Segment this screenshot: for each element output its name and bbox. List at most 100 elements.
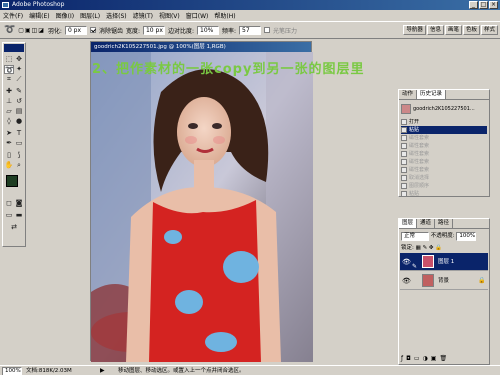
quickmask-mode-icon[interactable]: ◙ (14, 199, 24, 208)
eyedropper-icon[interactable]: ⟆ (14, 151, 24, 160)
tab-info[interactable]: 信息 (426, 25, 444, 35)
minimize-button[interactable]: _ (469, 1, 478, 9)
history-label: 磁性套索 (409, 143, 430, 149)
history-item[interactable]: 磁性套索 (401, 142, 429, 150)
type-tool-icon[interactable]: T (14, 129, 24, 138)
app-title: Adobe Photoshop (12, 1, 65, 8)
marquee-tool-icon[interactable]: ⬚ (4, 55, 14, 64)
edge-contrast-input[interactable]: 10% (197, 25, 220, 35)
history-tabs: 动作 历史记录 (399, 90, 489, 100)
new-set-icon[interactable]: ▭ (414, 355, 423, 362)
lock-image-icon[interactable]: ✎ (423, 245, 428, 251)
tab-styles[interactable]: 样式 (480, 25, 498, 35)
blend-mode-select[interactable]: 正常 (401, 232, 429, 241)
close-button[interactable]: × (489, 1, 498, 9)
blur-tool-icon[interactable]: ◊ (4, 117, 14, 126)
stamp-tool-icon[interactable]: ⊥ (4, 97, 14, 106)
menu-filter[interactable]: 滤镜(T) (133, 11, 153, 20)
brush-tool-icon[interactable]: ✎ (14, 87, 24, 96)
notes-tool-icon[interactable]: ▯ (4, 151, 14, 160)
magic-wand-icon[interactable]: ✦ (14, 65, 24, 74)
blend-row: 正常 不透明度: 100% (401, 231, 477, 241)
foreground-color-swatch[interactable] (6, 175, 18, 187)
lock-label: 锁定: (401, 245, 414, 251)
history-brush-icon[interactable]: ↺ (14, 97, 24, 106)
menu-file[interactable]: 文件(F) (3, 11, 23, 20)
history-label: 磁性套索 (409, 135, 430, 141)
history-label: 磁性套索 (409, 151, 430, 157)
menu-help[interactable]: 帮助(H) (214, 11, 235, 20)
move-tool-icon[interactable]: ✥ (14, 55, 24, 64)
history-item[interactable]: 磁性套索 (401, 134, 429, 142)
layer-row[interactable]: 👁 背景 🔒 (400, 272, 488, 290)
shape-tool-icon[interactable]: ▭ (14, 139, 24, 148)
history-item[interactable]: 磁性套索 (401, 166, 429, 174)
status-play-icon[interactable]: ▶ (100, 366, 105, 375)
menu-window[interactable]: 窗口(W) (186, 11, 209, 20)
lasso-tool-icon[interactable]: ➰ (4, 65, 14, 74)
feather-label: 羽化: (47, 27, 62, 35)
tab-brushes[interactable]: 画笔 (444, 25, 462, 35)
history-item-selected[interactable]: 粘贴 (401, 126, 487, 134)
menu-image[interactable]: 图像(I) (56, 11, 74, 20)
menu-view[interactable]: 视图(V) (159, 11, 180, 20)
feather-input[interactable]: 0 px (64, 25, 87, 35)
path-select-icon[interactable]: ➤ (4, 129, 14, 138)
antialias-checkbox[interactable] (89, 27, 96, 33)
tab-paths[interactable]: 路径 (435, 219, 454, 228)
crop-tool-icon[interactable]: ⌗ (4, 75, 14, 84)
slice-tool-icon[interactable]: ⟋ (14, 75, 24, 84)
history-item[interactable]: 粘贴 (401, 190, 419, 198)
width-input[interactable]: 10 px (142, 25, 165, 35)
zoom-tool-icon[interactable]: ⌕ (14, 161, 24, 170)
mask-icon[interactable]: ◘ (406, 355, 414, 362)
dodge-tool-icon[interactable]: ● (14, 117, 24, 126)
lock-position-icon[interactable]: ✥ (429, 245, 434, 251)
lasso-tool-icon[interactable]: ➰ (4, 25, 15, 35)
jump-to-imageready-icon[interactable]: ⇄ (9, 223, 19, 232)
lock-icon: 🔒 (478, 277, 486, 284)
gradient-tool-icon[interactable]: ▤ (14, 107, 24, 116)
menu-layer[interactable]: 图层(L) (80, 11, 100, 20)
history-snapshot[interactable]: goodrich2K105227501... (401, 102, 475, 116)
hand-tool-icon[interactable]: ✋ (4, 161, 14, 170)
history-item[interactable]: 磁性套索 (401, 150, 429, 158)
screen-mode-2-icon[interactable]: ▬ (14, 211, 24, 220)
history-label: 取消选择 (409, 175, 430, 181)
eye-icon[interactable]: 👁 (402, 272, 411, 290)
tab-swatches[interactable]: 色板 (462, 25, 480, 35)
pen-tool-icon[interactable]: ✒ (4, 139, 14, 148)
tab-actions[interactable]: 动作 (399, 90, 418, 99)
trash-icon[interactable]: 🗑 (439, 355, 450, 362)
photo-canvas[interactable] (91, 52, 313, 362)
opacity-input[interactable]: 100% (456, 232, 477, 241)
history-item[interactable]: 磁性套索 (401, 158, 429, 166)
pen-pressure-checkbox[interactable] (264, 27, 271, 33)
history-label: 图层顺序 (409, 183, 430, 189)
width-label: 宽度: (125, 27, 140, 35)
eraser-tool-icon[interactable]: ▱ (4, 107, 14, 116)
history-item[interactable]: 图层顺序 (401, 182, 429, 190)
menu-select[interactable]: 选择(S) (106, 11, 127, 20)
lock-transparency-icon[interactable]: ▦ (416, 245, 421, 251)
history-label: 磁性套索 (409, 159, 430, 165)
history-item[interactable]: 打开 (401, 118, 419, 126)
zoom-field[interactable]: 100% (2, 367, 22, 375)
menu-edit[interactable]: 编辑(E) (29, 11, 49, 20)
tab-layers[interactable]: 图层 (399, 219, 418, 228)
healing-brush-icon[interactable]: ✚ (4, 87, 14, 96)
tab-history[interactable]: 历史记录 (417, 90, 447, 99)
frequency-input[interactable]: 57 (239, 25, 262, 35)
adjustment-icon[interactable]: ◑ (423, 355, 431, 362)
history-item[interactable]: 取消选择 (401, 174, 429, 182)
standard-mode-icon[interactable]: ◻ (4, 199, 14, 208)
eye-icon[interactable]: 👁 (402, 253, 411, 271)
lock-all-icon[interactable]: 🔒 (435, 245, 442, 251)
selection-mode-icons[interactable]: ▢▣◫◪ (18, 27, 45, 34)
tab-navigator[interactable]: 导航器 (403, 25, 426, 35)
screen-mode-1-icon[interactable]: ▭ (4, 211, 14, 220)
tab-channels[interactable]: 通道 (417, 219, 436, 228)
layer-row-selected[interactable]: 👁 ✎ 图层 1 (400, 253, 488, 271)
options-bar: ➰ ▢▣◫◪ 羽化: 0 px 消除锯齿 宽度: 10 px 边对比度: 10%… (0, 21, 500, 39)
maximize-button[interactable]: □ (479, 1, 488, 9)
